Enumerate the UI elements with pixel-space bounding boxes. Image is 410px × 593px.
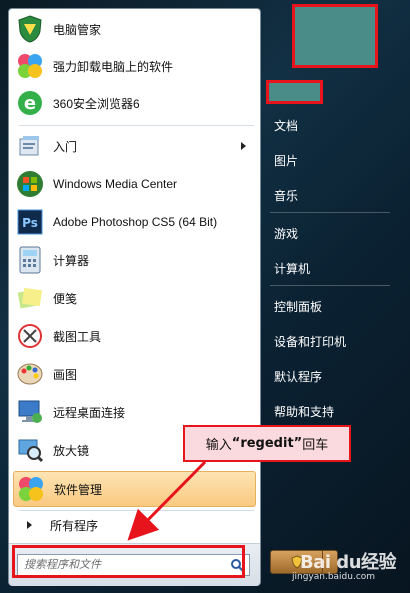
svg-text:Ps: Ps — [22, 216, 38, 230]
program-label: Adobe Photoshop CS5 (64 Bit) — [53, 215, 218, 229]
clover-icon — [16, 474, 46, 504]
callout-suffix: 回车 — [302, 438, 329, 453]
watermark-url: jingyan.baidu.com — [292, 572, 376, 582]
right-item-label: 设备和打印机 — [274, 334, 347, 349]
program-label: 便笺 — [53, 291, 78, 306]
submenu-arrow-icon — [241, 142, 246, 150]
callout-command: “regedit” — [231, 436, 303, 451]
photoshop-icon: Ps — [15, 207, 45, 237]
right-item-pictures[interactable]: 图片 — [268, 147, 406, 173]
sticky-notes-icon — [15, 283, 45, 313]
instruction-callout: 输入 “regedit” 回车 — [183, 425, 351, 462]
program-label: 截图工具 — [53, 329, 102, 344]
all-programs-button[interactable]: 所有程序 — [13, 512, 256, 538]
right-item-label: 文档 — [274, 118, 299, 133]
right-item-label: 帮助和支持 — [274, 404, 335, 419]
separator — [19, 510, 254, 511]
program-item-uninstaller[interactable]: 强力卸载电脑上的软件 — [13, 48, 256, 84]
program-item-calculator[interactable]: 计算器 — [13, 242, 256, 278]
program-label: 电脑管家 — [53, 22, 102, 37]
search-highlight-box — [12, 545, 245, 578]
program-label: Windows Media Center — [53, 177, 178, 191]
program-label: 计算器 — [53, 253, 90, 268]
program-item-software-manager[interactable]: 软件管理 — [13, 471, 256, 507]
right-item-default-programs[interactable]: 默认程序 — [268, 363, 406, 389]
browser-e-icon: e — [15, 88, 45, 118]
separator — [19, 125, 254, 126]
right-item-label: 图片 — [274, 153, 299, 168]
separator — [270, 285, 390, 286]
right-item-label: 计算机 — [274, 261, 311, 276]
right-item-computer[interactable]: 计算机 — [268, 255, 406, 281]
paint-palette-icon — [15, 359, 45, 389]
program-label: 360安全浏览器6 — [53, 96, 140, 111]
user-name-button[interactable] — [266, 80, 323, 104]
program-item-computer-manager[interactable]: 电脑管家 — [13, 11, 256, 47]
program-label: 画图 — [53, 367, 78, 382]
right-item-label: 音乐 — [274, 188, 299, 203]
right-item-control-panel[interactable]: 控制面板 — [268, 293, 406, 319]
svg-text:e: e — [24, 93, 36, 114]
right-item-label: 默认程序 — [274, 369, 323, 384]
program-label: 软件管理 — [54, 482, 103, 497]
all-programs-label: 所有程序 — [50, 518, 99, 533]
program-label: 强力卸载电脑上的软件 — [53, 59, 174, 74]
program-item-paint[interactable]: 画图 — [13, 356, 256, 392]
program-label: 入门 — [53, 139, 78, 154]
right-item-music[interactable]: 音乐 — [268, 182, 406, 208]
right-item-label: 控制面板 — [274, 299, 323, 314]
right-item-help-support[interactable]: 帮助和支持 — [268, 398, 406, 424]
right-item-documents[interactable]: 文档 — [268, 112, 406, 138]
callout-prefix: 输入 — [205, 438, 232, 453]
user-avatar[interactable] — [292, 4, 378, 68]
program-item-getting-started[interactable]: 入门 — [13, 128, 256, 164]
clover-icon — [15, 51, 45, 81]
calculator-icon — [15, 245, 45, 275]
program-item-media-center[interactable]: Windows Media Center — [13, 166, 256, 202]
getting-started-icon — [15, 131, 45, 161]
program-item-photoshop[interactable]: Ps Adobe Photoshop CS5 (64 Bit) — [13, 204, 256, 240]
program-item-snipping-tool[interactable]: 截图工具 — [13, 318, 256, 354]
scissors-icon — [15, 321, 45, 351]
program-item-sticky-notes[interactable]: 便笺 — [13, 280, 256, 316]
program-item-360-browser[interactable]: e 360安全浏览器6 — [13, 85, 256, 121]
separator — [270, 212, 390, 213]
windows-logo-icon — [15, 169, 45, 199]
program-label: 远程桌面连接 — [53, 405, 126, 420]
right-item-devices-printers[interactable]: 设备和打印机 — [268, 328, 406, 354]
program-label: 放大镜 — [53, 443, 90, 458]
right-item-games[interactable]: 游戏 — [268, 220, 406, 246]
remote-desktop-icon — [15, 397, 45, 427]
triangle-right-icon — [27, 521, 32, 529]
right-item-label: 游戏 — [274, 226, 299, 241]
magnifier-icon — [15, 435, 45, 465]
start-menu-programs-pane: 电脑管家 强力卸载电脑上的软件 e 360安全浏览器6 入门 Windows M… — [8, 8, 261, 586]
watermark-brand: Bai du经验 — [300, 552, 397, 573]
shield-icon — [15, 14, 45, 44]
